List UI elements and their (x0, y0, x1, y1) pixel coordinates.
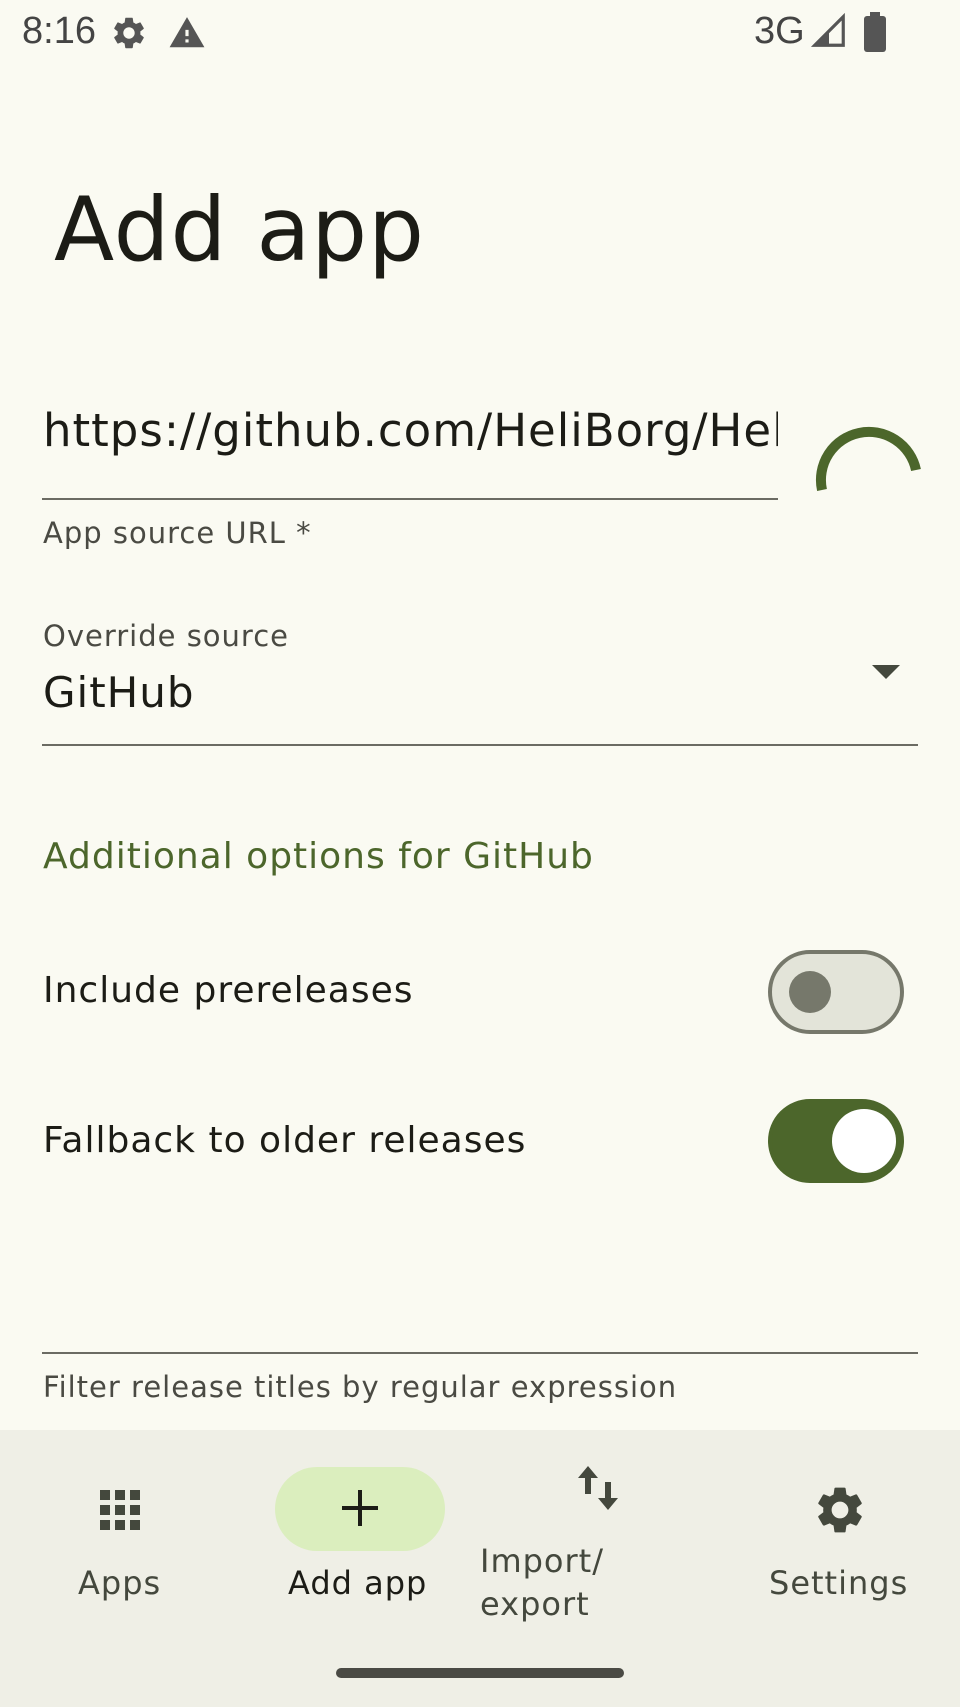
nav-item-import-export[interactable]: Import/ export (470, 1430, 650, 1630)
filter-field-underline (42, 1352, 918, 1354)
include-prereleases-label: Include prereleases (43, 970, 414, 1011)
plus-icon (336, 1484, 384, 1536)
nav-item-apps[interactable]: Apps (40, 1430, 200, 1630)
include-prereleases-switch[interactable] (768, 950, 904, 1034)
loading-spinner-icon (812, 408, 924, 524)
override-source-dropdown[interactable]: Override source GitHub (0, 610, 960, 750)
network-type: 3G (754, 10, 805, 52)
nav-label-settings: Settings (769, 1564, 909, 1602)
dropdown-arrow-icon (872, 665, 900, 687)
warning-icon (168, 14, 206, 56)
signal-icon (810, 12, 848, 54)
grid-icon (96, 1486, 144, 1538)
filter-release-titles-label: Filter release titles by regular express… (43, 1370, 678, 1404)
gear-icon (812, 1482, 868, 1542)
nav-item-add-app[interactable]: Add app (270, 1430, 450, 1630)
nav-label-import-export-line2: export (480, 1585, 590, 1623)
filter-release-titles-input[interactable] (42, 1280, 918, 1352)
url-field-label: App source URL * (43, 516, 312, 550)
nav-label-add-app: Add app (288, 1564, 428, 1602)
fallback-older-releases-switch[interactable] (768, 1099, 904, 1183)
battery-icon (862, 12, 888, 56)
url-field-underline (42, 498, 778, 500)
home-indicator[interactable] (336, 1668, 624, 1678)
switch-knob (789, 971, 831, 1013)
page-title: Add app (54, 178, 425, 281)
nav-label-import-export-line1: Import/ (480, 1542, 604, 1580)
import-export-icon (576, 1462, 620, 1518)
gear-icon (110, 14, 148, 56)
status-time: 8:16 (22, 10, 96, 52)
override-source-underline (42, 744, 918, 746)
bottom-navigation: Apps Add app Import/ export Settings (0, 1430, 960, 1707)
app-source-url-input[interactable] (43, 404, 778, 457)
nav-label-apps: Apps (78, 1564, 162, 1602)
override-source-label: Override source (43, 619, 289, 653)
nav-item-settings[interactable]: Settings (760, 1430, 920, 1630)
additional-options-heading: Additional options for GitHub (43, 836, 594, 877)
fallback-older-releases-label: Fallback to older releases (43, 1120, 527, 1161)
override-source-value: GitHub (43, 668, 195, 717)
switch-knob (832, 1109, 896, 1173)
